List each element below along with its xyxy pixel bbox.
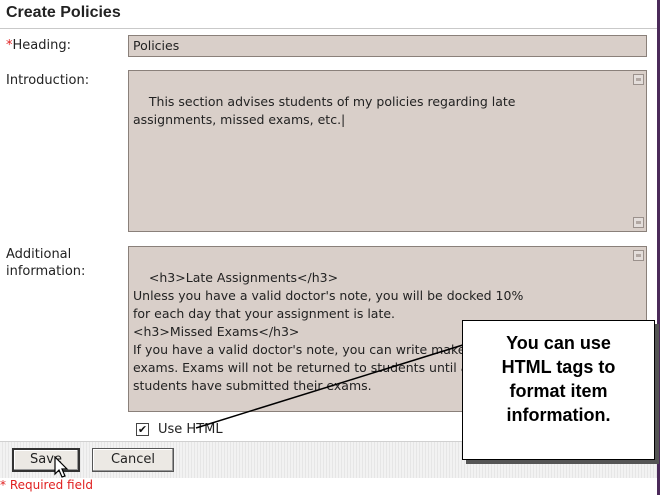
page-title: Create Policies	[6, 4, 121, 21]
callout-line-4: information.	[506, 405, 611, 425]
required-field-note: * Required field	[0, 478, 93, 492]
heading-input[interactable]: Policies	[128, 35, 647, 57]
title-divider	[0, 28, 657, 29]
use-html-checkbox[interactable]: ✔	[136, 423, 149, 436]
introduction-text: This section advises students of my poli…	[133, 94, 516, 127]
additional-label-line1: Additional	[6, 247, 72, 262]
scroll-up-icon[interactable]	[633, 250, 644, 261]
additional-label: Additional information:	[6, 246, 85, 280]
heading-label-text: Heading:	[12, 38, 71, 53]
heading-label: *Heading:	[6, 37, 71, 54]
callout-line-2: HTML tags to	[501, 357, 616, 377]
scroll-down-icon[interactable]	[633, 217, 644, 228]
callout-line-3: format item	[509, 381, 608, 401]
additional-label-line2: information:	[6, 264, 86, 279]
cancel-button[interactable]: Cancel	[92, 448, 174, 472]
scroll-up-icon[interactable]	[633, 74, 644, 85]
introduction-label: Introduction:	[6, 73, 90, 88]
mouse-pointer-icon	[54, 456, 69, 478]
annotation-callout: You can use HTML tags to format item inf…	[462, 320, 655, 460]
callout-line-1: You can use	[506, 333, 611, 353]
use-html-label: Use HTML	[158, 422, 223, 437]
introduction-textarea[interactable]: This section advises students of my poli…	[128, 70, 647, 232]
